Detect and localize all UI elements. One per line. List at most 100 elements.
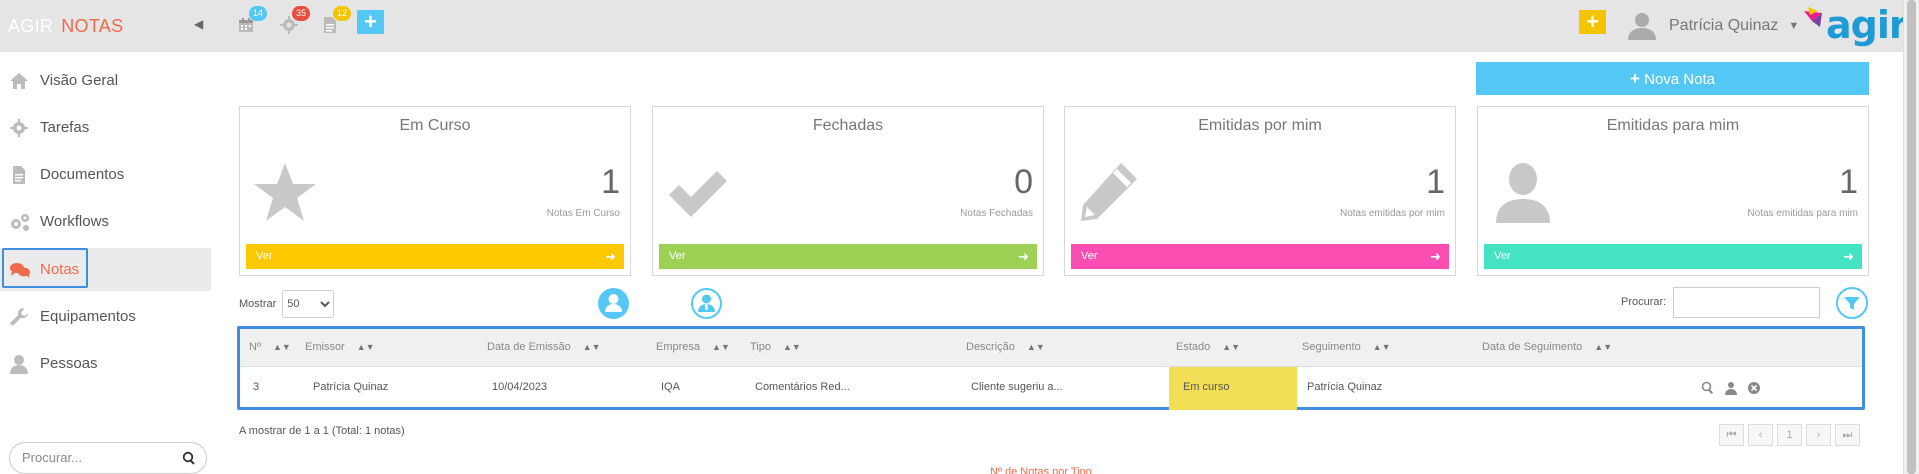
search-icon[interactable] <box>182 451 196 470</box>
calendar-icon[interactable]: 14 <box>237 6 267 34</box>
col-header-data-seguimento[interactable]: Data de Seguimento ▲▼ <box>1482 341 1612 353</box>
collapse-sidebar-icon[interactable]: ◀ <box>194 17 203 31</box>
scrollbar[interactable] <box>1903 0 1919 474</box>
new-note-button[interactable]: + Nova Nota <box>1476 62 1869 95</box>
assign-user-icon[interactable] <box>1724 381 1738 395</box>
table-row[interactable]: 3 Patrícia Quinaz 10/04/2023 IQA Comentá… <box>240 367 1862 410</box>
sort-icon: ▲▼ <box>1594 342 1613 352</box>
avatar <box>1628 13 1656 40</box>
col-header-tipo[interactable]: Tipo ▲▼ <box>750 341 801 353</box>
card-ver-button[interactable]: Ver ➜ <box>1484 244 1862 269</box>
sidebar-item-tarefas[interactable]: Tarefas <box>0 106 211 149</box>
check-icon <box>665 159 731 225</box>
gears-icon <box>9 212 29 232</box>
settings-badge: 35 <box>291 6 310 21</box>
col-header-emissor[interactable]: Emissor ▲▼ <box>305 341 375 353</box>
cell-descricao: Cliente sugeriu a... <box>971 381 1063 393</box>
card-em-curso: Em Curso 1 Notas Em Curso Ver ➜ <box>239 106 631 276</box>
sort-icon: ▲▼ <box>356 342 375 352</box>
card-ver-button[interactable]: Ver ➜ <box>246 244 624 269</box>
scrollbar-thumb[interactable] <box>1907 0 1916 474</box>
sort-icon: ▲▼ <box>1372 342 1391 352</box>
view-icon[interactable] <box>1701 381 1715 395</box>
card-emitidas-por-mim: Emitidas por mim 1 Notas emitidas por mi… <box>1064 106 1456 276</box>
sort-icon: ▲▼ <box>1222 342 1241 352</box>
sidebar-item-workflows[interactable]: Workflows <box>0 200 211 243</box>
card-ver-label: Ver <box>256 250 273 262</box>
arrow-right-icon: ➜ <box>1843 249 1854 264</box>
documents-badge: 12 <box>332 6 351 21</box>
calendar-badge: 14 <box>248 6 267 21</box>
card-ver-label: Ver <box>1081 250 1098 262</box>
cell-estado: Em curso <box>1183 381 1230 393</box>
sidebar-item-label: Tarefas <box>40 119 90 136</box>
quick-add-button[interactable]: + <box>357 10 384 34</box>
filter-me-button[interactable] <box>598 288 629 319</box>
notes-table: Nº ▲▼ Emissor ▲▼ Data de Emissão ▲▼ Empresa… <box>237 326 1865 410</box>
star-icon <box>252 159 318 225</box>
page-size-select[interactable]: 50 <box>282 290 335 318</box>
sidebar-item-visao-geral[interactable]: Visão Geral <box>0 59 211 102</box>
close-icon[interactable] <box>1747 381 1761 395</box>
document-icon[interactable]: 12 <box>321 6 351 34</box>
last-page-button[interactable]: ⏭ <box>1835 424 1860 446</box>
filter-team-button[interactable] <box>691 288 722 319</box>
document-icon <box>9 165 29 185</box>
card-emitidas-para-mim: Emitidas para mim 1 Notas emitidas para … <box>1477 106 1869 276</box>
arrow-right-icon: ➜ <box>605 249 616 264</box>
top-bar: AGIR NOTAS ◀ 14 35 12 + + Patrícia Quinaz… <box>0 0 1908 52</box>
add-yellow-button[interactable]: + <box>1579 10 1606 34</box>
sidebar-item-label: Workflows <box>40 213 109 230</box>
sidebar-search-input[interactable] <box>22 450 172 465</box>
advanced-filter-button[interactable] <box>1836 287 1868 319</box>
arrow-right-icon: ➜ <box>1430 249 1441 264</box>
search-label: Procurar: <box>1621 296 1667 308</box>
table-info: A mostrar de 1 a 1 (Total: 1 notas) <box>239 425 405 437</box>
col-header-data-emissao[interactable]: Data de Emissão ▲▼ <box>487 341 601 353</box>
col-header-num[interactable]: Nº ▲▼ <box>249 341 291 353</box>
cell-emissor: Patrícia Quinaz <box>313 381 389 393</box>
page-size-control: Mostrar 50 <box>239 290 335 318</box>
prev-page-button[interactable]: ‹ <box>1748 424 1773 446</box>
col-header-estado[interactable]: Estado ▲▼ <box>1176 341 1240 353</box>
card-subtitle: Notas Fechadas <box>960 208 1033 219</box>
agir-logo: agir <box>1804 3 1908 47</box>
user-menu[interactable]: Patrícia Quinaz ▼ <box>1625 12 1799 40</box>
home-icon <box>9 71 29 91</box>
brand: AGIR NOTAS <box>8 16 123 37</box>
col-header-empresa[interactable]: Empresa ▲▼ <box>656 341 730 353</box>
col-header-descricao[interactable]: Descrição ▲▼ <box>966 341 1045 353</box>
table-search-input[interactable] <box>1673 287 1820 318</box>
cell-empresa: IQA <box>661 381 680 393</box>
wrench-icon <box>9 307 29 327</box>
card-title: Emitidas para mim <box>1606 117 1740 134</box>
new-note-label: Nova Nota <box>1644 71 1715 88</box>
sidebar-search[interactable] <box>9 442 207 474</box>
chevron-down-icon: ▼ <box>1788 20 1800 32</box>
person-icon <box>9 354 29 374</box>
card-count: 0 <box>1014 163 1033 201</box>
brand-notas: NOTAS <box>61 16 124 36</box>
sidebar-item-pessoas[interactable]: Pessoas <box>0 342 211 385</box>
pagination: ⏮ ‹ 1 › ⏭ <box>1719 424 1860 446</box>
user-tie-icon <box>698 294 715 312</box>
cell-num: 3 <box>253 381 260 393</box>
card-ver-button[interactable]: Ver ➜ <box>1071 244 1449 269</box>
next-page-button[interactable]: › <box>1806 424 1831 446</box>
settings-icon[interactable]: 35 <box>280 6 310 34</box>
card-ver-button[interactable]: Ver ➜ <box>659 244 1037 269</box>
show-label: Mostrar <box>239 298 277 310</box>
sidebar-item-documentos[interactable]: Documentos <box>0 153 211 196</box>
gear-icon <box>9 118 29 138</box>
chart-title-partial: Nº de Notas por Tipo <box>990 466 1092 474</box>
sort-icon: ▲▼ <box>712 342 730 352</box>
col-header-seguimento[interactable]: Seguimento ▲▼ <box>1302 341 1391 353</box>
page-number-button[interactable]: 1 <box>1777 424 1802 446</box>
card-title: Emitidas por mim <box>1198 117 1322 134</box>
sidebar-item-equipamentos[interactable]: Equipamentos <box>0 295 211 338</box>
user-icon <box>605 294 622 312</box>
brand-agir: AGIR <box>8 16 54 36</box>
first-page-button[interactable]: ⏮ <box>1719 424 1744 446</box>
plus-icon: + <box>1630 69 1640 88</box>
table-header: Nº ▲▼ Emissor ▲▼ Data de Emissão ▲▼ Empresa… <box>240 329 1862 367</box>
